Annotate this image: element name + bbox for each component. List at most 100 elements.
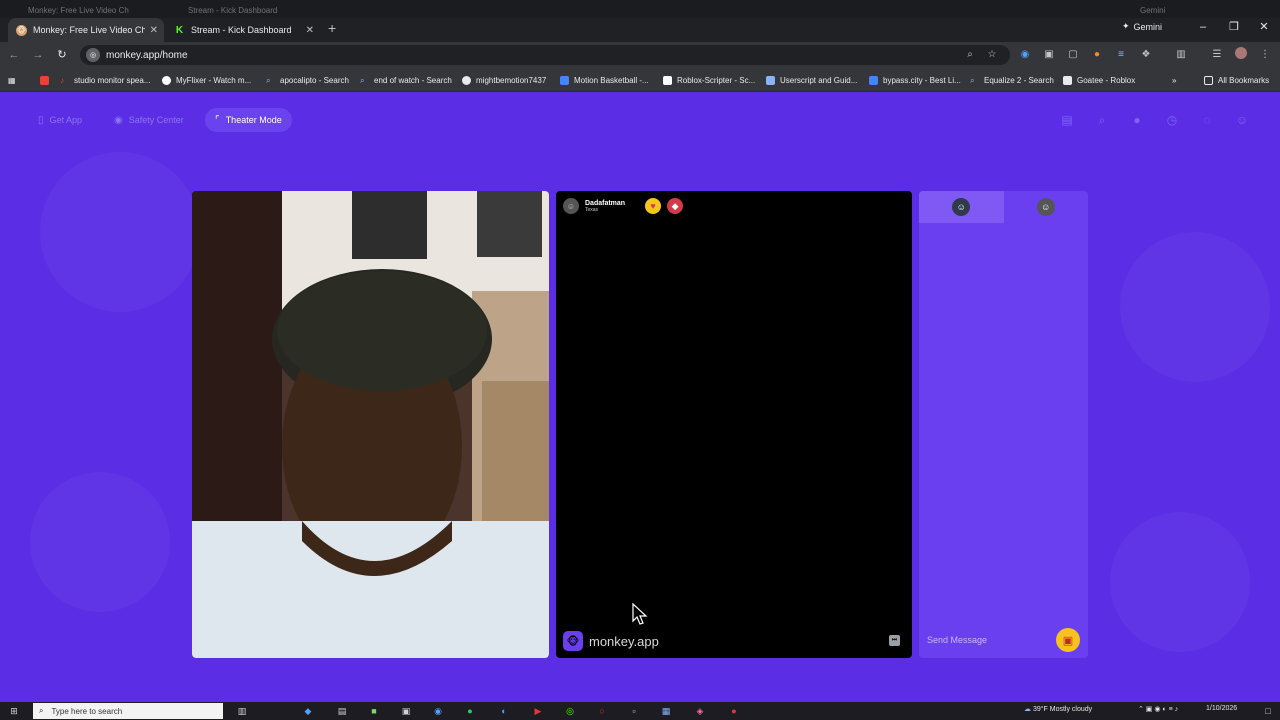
notification-icon[interactable]: □	[1262, 705, 1274, 717]
bookmark-item[interactable]: bypass.city - Best Li...	[869, 73, 961, 87]
weather-text: 39°F Mostly cloudy	[1032, 706, 1093, 713]
safety-center-button[interactable]: ◉ Safety Center	[104, 108, 194, 132]
app-icon[interactable]: ◆	[302, 705, 314, 717]
skip-icon[interactable]: ⏭	[889, 635, 900, 646]
bookmark-favicon-icon	[766, 75, 775, 85]
task-view-icon[interactable]: ▥	[236, 705, 248, 717]
system-tray-icons[interactable]: ⌃ ▣ ◉ ◐ ≡ ♪	[1138, 705, 1178, 713]
send-message-input[interactable]	[927, 635, 1047, 645]
chrome-icon[interactable]: ◎	[564, 705, 576, 717]
spotify-icon[interactable]: ●	[464, 705, 476, 717]
wall-sign	[352, 191, 427, 259]
url-text[interactable]: monkey.app/home	[106, 50, 188, 61]
profile-avatar-icon[interactable]: ☺	[1233, 111, 1251, 129]
all-bookmarks-button[interactable]: All Bookmarks	[1204, 73, 1269, 87]
extension-icon[interactable]: ▣	[1041, 47, 1057, 63]
profile-avatar-icon[interactable]	[1233, 47, 1249, 63]
chat-tabs: ☺ ☺	[919, 191, 1088, 223]
edge-icon[interactable]: ◐	[498, 705, 510, 717]
bookmark-item[interactable]: Motion Basketball -...	[560, 73, 649, 87]
gemini-button[interactable]: ✦ Gemini	[1122, 21, 1162, 32]
search-icon[interactable]: ⌕	[1093, 111, 1111, 129]
close-tab-icon[interactable]: ✕	[150, 25, 158, 36]
taskbar-search[interactable]: ⌕ Type here to search	[33, 703, 223, 719]
gift-icon[interactable]: ▣	[1056, 628, 1080, 652]
browser-tab-strip: Monkey: Free Live Video Ch Stream - Kick…	[0, 0, 1280, 42]
extensions-puzzle-icon[interactable]: ❖	[1138, 47, 1154, 63]
app-icon[interactable]: ▣	[400, 705, 412, 717]
app-icon[interactable]: ▦	[660, 705, 672, 717]
mouse-cursor-icon	[632, 603, 648, 625]
bookmark-item[interactable]: ⌕ Equalize 2 - Search	[970, 73, 1054, 87]
weather-widget[interactable]: ☁ 39°F Mostly cloudy	[1024, 705, 1092, 713]
bookmark-star-icon[interactable]: ☆	[984, 47, 1000, 63]
extension-icon[interactable]: ≡	[1113, 47, 1129, 63]
new-tab-button[interactable]: +	[328, 20, 336, 36]
ghost-tab-title: Monkey: Free Live Video Ch	[28, 6, 129, 15]
app-icon[interactable]: ○	[596, 705, 608, 717]
roblox-icon	[663, 75, 672, 85]
close-window-icon[interactable]: ✕	[1249, 18, 1279, 36]
local-camera-video	[192, 191, 549, 658]
bookmark-label: mightbemotion7437	[476, 75, 547, 85]
bookmark-item[interactable]: Userscript and Guid...	[766, 73, 857, 87]
site-info-icon[interactable]: ◎	[86, 48, 100, 62]
tab-label: Stream - Kick Dashboard	[191, 25, 292, 35]
app-icon[interactable]: ▶	[532, 705, 544, 717]
restore-icon[interactable]: ❐	[1219, 18, 1249, 36]
extension-icon[interactable]: ▢	[1065, 47, 1081, 63]
remote-user-info[interactable]: ☺ Dadafatman Texas ♥ ◆	[563, 198, 684, 214]
tab-kick-dashboard[interactable]: K Stream - Kick Dashboard ✕	[166, 18, 320, 42]
menu-kebab-icon[interactable]: ⋮	[1257, 47, 1273, 63]
avatar: ☺	[1036, 198, 1055, 216]
zoom-icon[interactable]: ⌕	[962, 47, 978, 63]
app-icon[interactable]: ◉	[432, 705, 444, 717]
tab-monkey[interactable]: 🐵 Monkey: Free Live Video Ch ✕	[8, 18, 164, 42]
app-icon[interactable]: ◈	[694, 705, 706, 717]
app-icon[interactable]: ●	[728, 705, 740, 717]
safety-center-label: Safety Center	[128, 115, 184, 125]
coin-icon[interactable]: ●	[1128, 111, 1146, 129]
bookmark-item[interactable]: MyFlixer - Watch m...	[162, 73, 251, 87]
ghost-gemini-label: Gemini	[1140, 6, 1166, 15]
bookmark-label: Roblox-Scripter - Sc...	[677, 75, 756, 85]
report-icon[interactable]: ◆	[667, 198, 684, 214]
background-decoration	[30, 472, 170, 612]
get-app-button[interactable]: ▯ Get App	[28, 108, 92, 132]
clock-date[interactable]: 1/10/2026	[1206, 705, 1237, 712]
bookmark-item[interactable]: mightbemotion7437	[462, 73, 546, 87]
chevron-right-icon[interactable]: »	[1172, 73, 1176, 87]
apps-grid-icon[interactable]: ▦	[8, 73, 16, 87]
ghost-tab-row: Monkey: Free Live Video Ch Stream - Kick…	[0, 0, 1280, 18]
app-icon[interactable]: ■	[368, 705, 380, 717]
app-icon[interactable]: ▫	[628, 705, 640, 717]
file-explorer-icon[interactable]: ▤	[336, 705, 348, 717]
search-icon: ⌕	[970, 75, 975, 85]
tab-search-icon[interactable]: ☰	[1209, 47, 1225, 63]
bookmark-item[interactable]: ♪ studio monitor spea...	[60, 73, 150, 87]
reload-icon[interactable]: ↻	[54, 47, 70, 63]
monkey-watermark: 🐵 monkey.app	[563, 631, 659, 651]
shop-icon[interactable]: ▤	[1058, 111, 1076, 129]
back-icon[interactable]: ←	[6, 47, 22, 63]
address-bar[interactable]: ◎ monkey.app/home	[80, 45, 1010, 65]
bookmark-item[interactable]: ⌕ end of watch - Search	[360, 73, 452, 87]
chat-tab-self[interactable]: ☺	[919, 191, 1004, 223]
side-panel-icon[interactable]: ▥	[1173, 47, 1189, 63]
forward-icon[interactable]: →	[30, 47, 46, 63]
theater-mode-button[interactable]: ⌜ Theater Mode	[205, 108, 292, 132]
minimize-icon[interactable]: –	[1188, 18, 1218, 36]
bookmark-item[interactable]: Goatee - Roblox	[1063, 73, 1135, 87]
youtube-icon[interactable]	[40, 73, 54, 87]
chat-tab-remote[interactable]: ☺	[1004, 191, 1089, 223]
bookmark-item[interactable]: ⌕ apocalipto - Search	[266, 73, 349, 87]
bookmark-item[interactable]: Roblox-Scripter - Sc...	[663, 73, 755, 87]
heart-icon[interactable]: ♥	[645, 198, 662, 214]
history-icon[interactable]: ◷	[1163, 111, 1181, 129]
extension-icon[interactable]: ●	[1089, 47, 1105, 63]
chat-bubble-icon[interactable]: ◌	[1198, 111, 1216, 129]
bookmark-favicon-icon	[869, 75, 878, 85]
close-tab-icon[interactable]: ✕	[306, 25, 314, 36]
extension-icon[interactable]: ◉	[1017, 47, 1033, 63]
windows-start-icon[interactable]: ⊞	[8, 705, 20, 717]
